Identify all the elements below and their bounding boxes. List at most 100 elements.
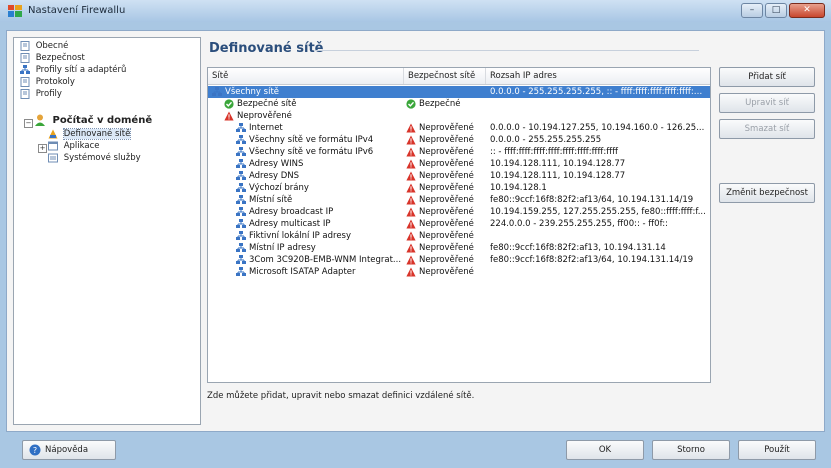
- table-row[interactable]: Místní IP adresy Neprověřené fe80::9ccf:16…: [208, 242, 710, 254]
- security-cell: Neprověřené: [406, 206, 484, 218]
- warning-icon: [406, 255, 416, 264]
- tree-item-label: Definované sítě: [62, 128, 132, 140]
- ip-range-cell: 10.194.128.1: [490, 183, 547, 193]
- minimize-button[interactable]: –: [741, 3, 763, 18]
- firewall-settings-window: Nastavení Firewallu – □ ✕ Obecné Bezpečn…: [0, 0, 831, 468]
- expand-toggle[interactable]: +: [38, 144, 47, 153]
- column-header-networks[interactable]: Sítě: [208, 68, 404, 84]
- help-button-label: Nápověda: [45, 445, 89, 455]
- table-row[interactable]: Místní sítě Neprověřené fe80::9ccf:16f8:82…: [208, 194, 710, 206]
- table-row[interactable]: Internet Neprověřené 0.0.0.0 - 10.194.127.…: [208, 122, 710, 134]
- ip-range-cell: fe80::9ccf:16f8:82f2:af13, 10.194.131.14: [490, 243, 666, 253]
- network-name: Všechny sítě ve formátu IPv6: [249, 147, 374, 157]
- network-icon: [20, 64, 30, 74]
- tree-item-label: Počítač v doméně: [52, 115, 153, 126]
- ip-range-cell: fe80::9ccf:16f8:82f2:af13/64, 10.194.131…: [490, 255, 694, 265]
- network-icon: [236, 122, 246, 132]
- ip-range-cell: 10.194.128.111, 10.194.128.77: [490, 159, 626, 169]
- help-text: Zde můžete přidat, upravit nebo smazat d…: [207, 391, 475, 401]
- ok-button[interactable]: OK: [566, 440, 644, 460]
- security-label: Neprověřené: [419, 195, 474, 205]
- tree-item-label: Aplikace: [63, 141, 100, 151]
- network-name-cell: Internet: [236, 122, 404, 134]
- network-name: Fiktivní lokální IP adresy: [249, 231, 352, 241]
- network-name-cell: Místní IP adresy: [236, 242, 404, 254]
- change-security-button[interactable]: Změnit bezpečnost: [719, 183, 815, 203]
- security-cell: Neprověřené: [406, 146, 484, 158]
- security-label: Neprověřené: [419, 219, 474, 229]
- tree-item-system-services[interactable]: Systémové služby: [48, 152, 141, 165]
- table-row[interactable]: Fiktivní lokální IP adresy Neprověřené: [208, 230, 710, 242]
- ip-range-cell: 10.194.159.255, 127.255.255.255, fe80::f…: [490, 207, 706, 217]
- ip-range-cell: 0.0.0.0 - 255.255.255.255, :: - ffff:fff…: [490, 87, 706, 97]
- check-icon: [224, 98, 234, 109]
- collapse-toggle[interactable]: −: [24, 119, 33, 128]
- network-name-cell: Místní sítě: [236, 194, 404, 206]
- help-button[interactable]: ? Nápověda: [22, 440, 116, 460]
- table-row[interactable]: Neprověřené: [208, 110, 710, 122]
- ip-range-cell: 0.0.0.0 - 255.255.255.255: [490, 135, 602, 145]
- security-cell: Neprověřené: [406, 134, 484, 146]
- tree-item-profiles[interactable]: Profily: [20, 88, 62, 101]
- warning-icon: [406, 183, 416, 192]
- footer-bar: ? Nápověda OK Storno Použít: [0, 432, 831, 468]
- network-name: Výchozí brány: [249, 183, 309, 193]
- table-row[interactable]: Adresy multicast IP Neprověřené 224.0.0.0 …: [208, 218, 710, 230]
- network-name-cell: Microsoft ISATAP Adapter: [236, 266, 404, 278]
- network-icon: [236, 218, 246, 228]
- apply-button[interactable]: Použít: [738, 440, 816, 460]
- table-row[interactable]: Všechny sítě 0.0.0.0 - 255.255.255.255, :…: [208, 86, 710, 98]
- add-network-button[interactable]: Přidat síť: [719, 67, 815, 87]
- network-name-cell: Fiktivní lokální IP adresy: [236, 230, 404, 242]
- network-name-cell: Neprověřené: [224, 110, 404, 122]
- network-name-cell: Adresy DNS: [236, 170, 404, 182]
- table-row[interactable]: Microsoft ISATAP Adapter Neprověřené: [208, 266, 710, 278]
- security-label: Neprověřené: [419, 123, 474, 133]
- dialog-client: Obecné Bezpečnost Profily sítí a adaptér…: [6, 30, 825, 432]
- security-cell: Bezpečné: [406, 98, 484, 110]
- security-cell: Neprověřené: [406, 182, 484, 194]
- delete-network-button[interactable]: Smazat síť: [719, 119, 815, 139]
- tree-item-label: Profily: [35, 89, 62, 99]
- warning-icon: [406, 207, 416, 216]
- maximize-button[interactable]: □: [765, 3, 787, 18]
- network-name: Místní IP adresy: [249, 243, 316, 253]
- security-label: Neprověřené: [419, 183, 474, 193]
- security-label: Neprověřené: [419, 207, 474, 217]
- table-row[interactable]: Adresy broadcast IP Neprověřené 10.194.159…: [208, 206, 710, 218]
- table-row[interactable]: Výchozí brány Neprověřené 10.194.128.1: [208, 182, 710, 194]
- table-row[interactable]: Bezpečné sítě Bezpečné: [208, 98, 710, 110]
- network-name: Adresy DNS: [249, 171, 300, 181]
- table-row[interactable]: 3Com 3C920B-EMB-WNM Integrat... Neprověře…: [208, 254, 710, 266]
- network-name-cell: Adresy broadcast IP: [236, 206, 404, 218]
- network-name: Místní sítě: [249, 195, 293, 205]
- security-label: Neprověřené: [419, 267, 474, 277]
- table-row[interactable]: Adresy DNS Neprověřené 10.194.128.111, 10.…: [208, 170, 710, 182]
- warning-icon: [406, 159, 416, 168]
- warning-icon: [406, 171, 416, 180]
- app-icon: [8, 5, 22, 17]
- network-name: Adresy WINS: [249, 159, 304, 169]
- title-bar[interactable]: Nastavení Firewallu – □ ✕: [0, 0, 831, 22]
- table-row[interactable]: Adresy WINS Neprověřené 10.194.128.111, 10…: [208, 158, 710, 170]
- column-header-ip-range[interactable]: Rozsah IP adres: [486, 68, 710, 84]
- network-name: Bezpečné sítě: [237, 99, 297, 109]
- network-icon: [236, 170, 246, 180]
- cancel-button[interactable]: Storno: [652, 440, 730, 460]
- page-title: Definované sítě: [209, 41, 324, 56]
- security-label: Neprověřené: [419, 135, 474, 145]
- network-name: 3Com 3C920B-EMB-WNM Integrat...: [249, 255, 402, 265]
- column-header-security[interactable]: Bezpečnost sítě: [404, 68, 486, 84]
- help-icon: ?: [29, 444, 41, 456]
- ip-range-cell: 224.0.0.0 - 239.255.255.255, ff00:: - ff…: [490, 219, 668, 229]
- ip-range-cell: 10.194.128.111, 10.194.128.77: [490, 171, 626, 181]
- network-warning-icon: [48, 129, 58, 138]
- table-row[interactable]: Všechny sítě ve formátu IPv6 Neprověřené:…: [208, 146, 710, 158]
- close-button[interactable]: ✕: [789, 3, 825, 18]
- network-icon: [236, 266, 246, 276]
- network-name: Microsoft ISATAP Adapter: [249, 267, 356, 277]
- table-row[interactable]: Všechny sítě ve formátu IPv4 Neprověřené 0…: [208, 134, 710, 146]
- edit-network-button[interactable]: Upravit síť: [719, 93, 815, 113]
- tree-item-domain-computer[interactable]: Počítač v doméně: [34, 114, 152, 127]
- security-cell: Neprověřené: [406, 230, 484, 242]
